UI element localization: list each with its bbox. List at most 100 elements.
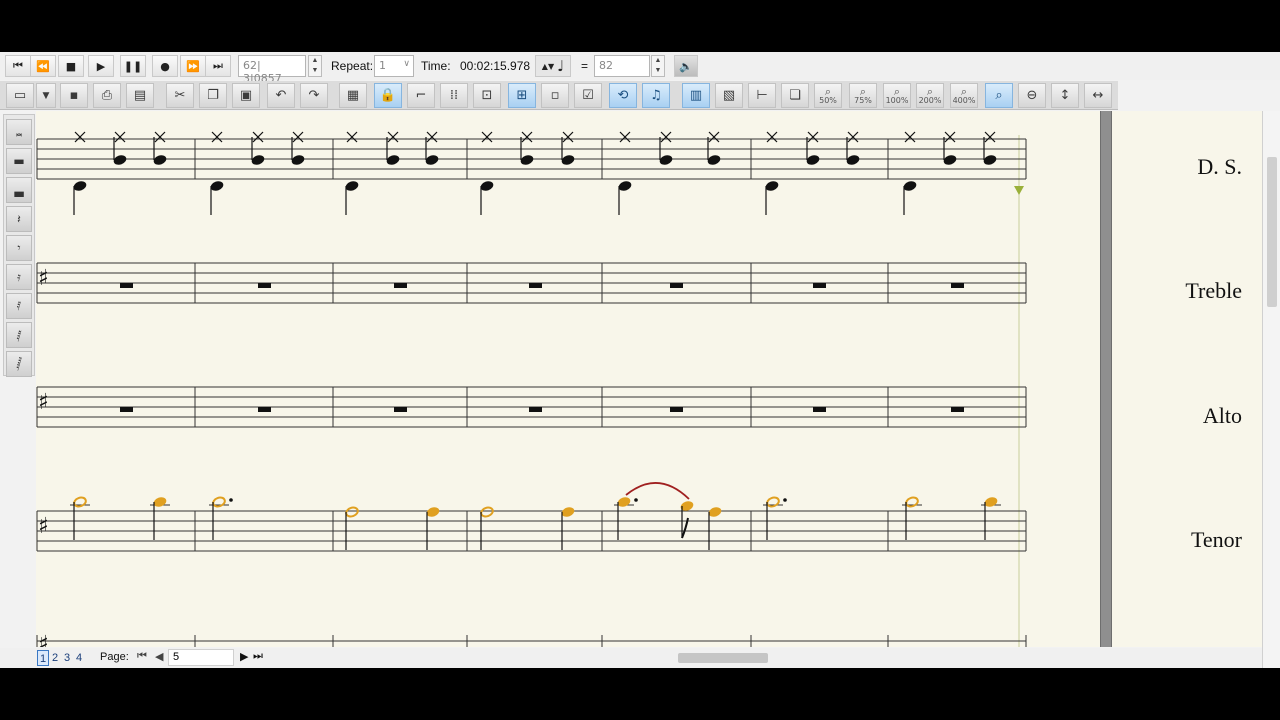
page-tab-1[interactable]: 1 [37, 650, 49, 666]
copy-icon[interactable]: ❐ [199, 83, 227, 108]
page-tab-3[interactable]: 3 [61, 650, 73, 666]
sixty-fourth-rest-icon[interactable]: 𝅁 [6, 322, 32, 348]
page-number-field[interactable]: 5 [168, 649, 234, 666]
sixteenth-rest-icon[interactable]: 𝄿 [6, 264, 32, 290]
splitter[interactable] [1100, 111, 1112, 647]
whole-rest-icon[interactable]: ▬ [6, 148, 32, 174]
quarter-rest-icon[interactable]: 𝄽 [6, 206, 32, 232]
page-tab-4[interactable]: 4 [73, 650, 85, 666]
skip-to-end-icon[interactable]: ⏭ [205, 55, 231, 77]
note-head [846, 155, 860, 165]
fit-width-icon[interactable]: ↔ [1084, 83, 1112, 108]
zoom-400-button[interactable]: ⌕ 400% [950, 83, 978, 108]
playback-marker-icon [1014, 186, 1024, 195]
eighth-rest-icon[interactable]: 𝄾 [6, 235, 32, 261]
whole-rest [813, 407, 826, 412]
zoom-50-label: 50% [819, 95, 837, 105]
zoom-icon: ⌕ [960, 84, 968, 98]
double-whole-note-icon[interactable]: 𝅜 [6, 119, 32, 145]
equals-sign: = [581, 59, 589, 73]
first-page-icon[interactable]: ⏮ [137, 650, 147, 663]
save-icon[interactable]: ▪ [60, 83, 88, 108]
box-select-icon[interactable]: ▫ [541, 83, 569, 108]
half-rest-icon[interactable]: ▃ [6, 177, 32, 203]
note-head [73, 181, 87, 191]
whole-rest [258, 283, 271, 288]
tempo-spinner[interactable]: ▲ ▼ [651, 55, 665, 77]
fit-height-icon[interactable]: ↕ [1051, 83, 1079, 108]
transport-bar: ⏮ ⏪ ■ ▶ ❚❚ ● ⏩ ⏭ 62| 3|0857 ▲ ▼ Repeat: 1… [0, 52, 1280, 85]
split-view-icon[interactable]: ⊢ [748, 83, 776, 108]
note-head-open [73, 496, 87, 508]
pause-icon[interactable]: ❚❚ [120, 55, 146, 77]
spinner-icon: ▲▼ [541, 61, 555, 71]
app-window: ⏮ ⏪ ■ ▶ ❚❚ ● ⏩ ⏭ 62| 3|0857 ▲ ▼ Repeat: 1… [0, 52, 1280, 668]
zoom-icon: ⌕ [926, 84, 934, 98]
whole-rest [951, 283, 964, 288]
horizontal-scroll-thumb[interactable] [678, 653, 768, 663]
staff-bracket-icon[interactable]: ⌐ [407, 83, 435, 108]
select-region-icon[interactable]: ⊡ [473, 83, 501, 108]
loop-icon[interactable]: ⟲ [609, 83, 637, 108]
scroll-view-icon[interactable]: ▧ [715, 83, 743, 108]
key-signature-sharp: ♯ [38, 266, 49, 291]
next-page-icon[interactable]: ▶ [240, 650, 248, 663]
note-head [251, 155, 265, 165]
prev-page-icon[interactable]: ◀ [155, 650, 163, 663]
zoom-out-icon[interactable]: ⊖ [1018, 83, 1046, 108]
zoom-200-button[interactable]: ⌕ 200% [916, 83, 944, 108]
window-icon[interactable]: ❏ [781, 83, 809, 108]
record-icon[interactable]: ● [152, 55, 178, 77]
dots-grid-icon[interactable]: ⁞⁞ [440, 83, 468, 108]
play-icon[interactable]: ▶ [88, 55, 114, 77]
rewind-icon[interactable]: ⏪ [30, 55, 56, 77]
vertical-scroll-thumb[interactable] [1267, 157, 1277, 307]
redo-icon[interactable]: ↷ [300, 83, 328, 108]
open-dropdown-icon[interactable]: ▼ [36, 83, 56, 108]
select-all-icon[interactable]: ⊞ [508, 83, 536, 108]
position-field[interactable]: 62| 3|0857 [238, 55, 306, 85]
metronome-settings-icon[interactable]: 🔈 [674, 55, 698, 77]
lock-icon[interactable]: 🔒 [374, 83, 402, 108]
zoom-75-label: 75% [854, 95, 872, 105]
undo-icon[interactable]: ↶ [267, 83, 295, 108]
print-icon[interactable]: ⎙ [93, 83, 121, 108]
beam-notes-icon[interactable]: ♫ [642, 83, 670, 108]
note-head [708, 507, 722, 517]
whole-rest [394, 407, 407, 412]
open-folder-icon[interactable]: ▭ [6, 83, 34, 108]
tempo-field[interactable]: 82 [594, 55, 650, 77]
one-twenty-eighth-rest-icon[interactable]: 𝅂 [6, 351, 32, 377]
paste-icon[interactable]: ▣ [232, 83, 260, 108]
zoom-fit-icon[interactable]: ⌕ [985, 83, 1013, 108]
page-view-icon[interactable]: ▥ [682, 83, 710, 108]
slur-arc [625, 482, 690, 500]
repeat-select[interactable]: 1 ∨ [374, 55, 414, 77]
zoom-100-button[interactable]: ⌕ 100% [883, 83, 911, 108]
note-palette: 𝅜 ▬ ▃ 𝄽 𝄾 𝄿 𝅀 𝅁 𝅂 [3, 114, 35, 377]
zoom-200-label: 200% [918, 95, 942, 105]
page-tab-2[interactable]: 2 [49, 650, 61, 666]
cut-icon[interactable]: ✂ [166, 83, 194, 108]
whole-rest [813, 283, 826, 288]
last-page-icon[interactable]: ⏭ [253, 650, 263, 663]
chevron-down-icon: ∨ [403, 59, 410, 69]
main-toolbar: ▭ ▼ ▪ ⎙ ▤ ✂ ❐ ▣ ↶ ↷ ▦ 🔒 ⌐ ⁞⁞ ⊡ ⊞ ▫ ☑ ⟲ ♫… [0, 81, 1118, 110]
grid-icon[interactable]: ▦ [339, 83, 367, 108]
whole-rest [670, 407, 683, 412]
note-value-select[interactable]: ▲▼ ♩ [535, 55, 571, 77]
zoom-75-button[interactable]: ⌕ 75% [849, 83, 877, 108]
note-head [345, 181, 359, 191]
score-canvas[interactable]: ♯ ♯ ♯ ♯ [36, 111, 1100, 647]
zoom-icon: ⌕ [859, 84, 867, 98]
vertical-scrollbar[interactable] [1262, 111, 1280, 668]
note-head [707, 155, 721, 165]
checkbox-icon[interactable]: ☑ [574, 83, 602, 108]
position-spinner[interactable]: ▲ ▼ [308, 55, 322, 77]
library-icon[interactable]: ▤ [126, 83, 154, 108]
stop-icon[interactable]: ■ [58, 55, 84, 77]
fast-forward-icon[interactable]: ⏩ [180, 55, 206, 77]
skip-to-start-icon[interactable]: ⏮ [5, 55, 31, 77]
thirty-second-rest-icon[interactable]: 𝅀 [6, 293, 32, 319]
zoom-50-button[interactable]: ⌕ 50% [814, 83, 842, 108]
